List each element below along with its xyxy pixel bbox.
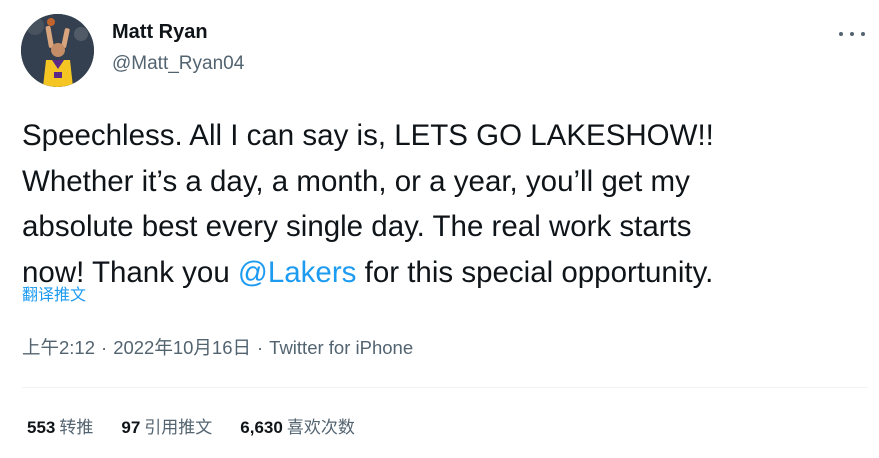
stat-label: 引用推文 xyxy=(144,418,213,437)
tweet-card: Matt Ryan @Matt_Ryan04 Speechless. All I… xyxy=(0,0,879,458)
tweet-text-segment: absolute best every single day. The real… xyxy=(22,210,692,243)
display-name[interactable]: Matt Ryan xyxy=(112,20,208,44)
more-dot xyxy=(861,32,865,36)
divider xyxy=(22,387,868,388)
tweet-text-line: now! Thank you @Lakers for this special … xyxy=(22,250,862,296)
mention-link[interactable]: @Lakers xyxy=(238,256,357,289)
quote-tweet-count[interactable]: 97 引用推文 xyxy=(121,416,212,440)
player-photo-avatar xyxy=(21,14,94,87)
tweet-text-line: Whether it’s a day, a month, or a year, … xyxy=(22,159,862,205)
tweet-text-segment: now! Thank you xyxy=(22,255,238,289)
avatar[interactable] xyxy=(21,14,94,87)
more-horizontal-icon[interactable] xyxy=(839,24,865,44)
tweet-text-line: absolute best every single day. The real… xyxy=(22,204,862,250)
tweet-source[interactable]: Twitter for iPhone xyxy=(269,337,413,358)
engagement-stats: 553 转推 97 引用推文 6,630 喜欢次数 xyxy=(27,416,355,440)
meta-separator: · xyxy=(257,337,264,358)
translate-tweet-link[interactable]: 翻译推文 xyxy=(22,285,86,307)
more-dot xyxy=(839,32,843,36)
stat-number: 97 xyxy=(121,418,141,437)
tweet-metadata: 上午2:12 · 2022年10月16日 · Twitter for iPhone xyxy=(22,336,413,360)
stat-label: 转推 xyxy=(59,418,94,437)
retweet-count[interactable]: 553 转推 xyxy=(27,416,93,440)
tweet-text-segment: for this special opportunity. xyxy=(356,255,714,289)
user-handle[interactable]: @Matt_Ryan04 xyxy=(112,52,244,76)
more-dot xyxy=(850,32,854,36)
tweet-text-line: Speechless. All I can say is, LETS GO LA… xyxy=(22,113,862,159)
tweet-text-segment: Whether it’s a day, a month, or a year, … xyxy=(22,164,690,198)
stat-label: 喜欢次数 xyxy=(286,418,355,437)
tweet-date[interactable]: 2022年10月16日 xyxy=(113,337,251,358)
stat-number: 6,630 xyxy=(240,418,283,437)
like-count[interactable]: 6,630 喜欢次数 xyxy=(240,416,355,440)
tweet-text: Speechless. All I can say is, LETS GO LA… xyxy=(22,113,862,295)
tweet-text-segment: Speechless. All I can say is, LETS GO LA… xyxy=(22,119,714,152)
tweet-time[interactable]: 上午2:12 xyxy=(22,337,95,358)
stat-number: 553 xyxy=(27,418,56,437)
meta-separator: · xyxy=(101,337,108,358)
